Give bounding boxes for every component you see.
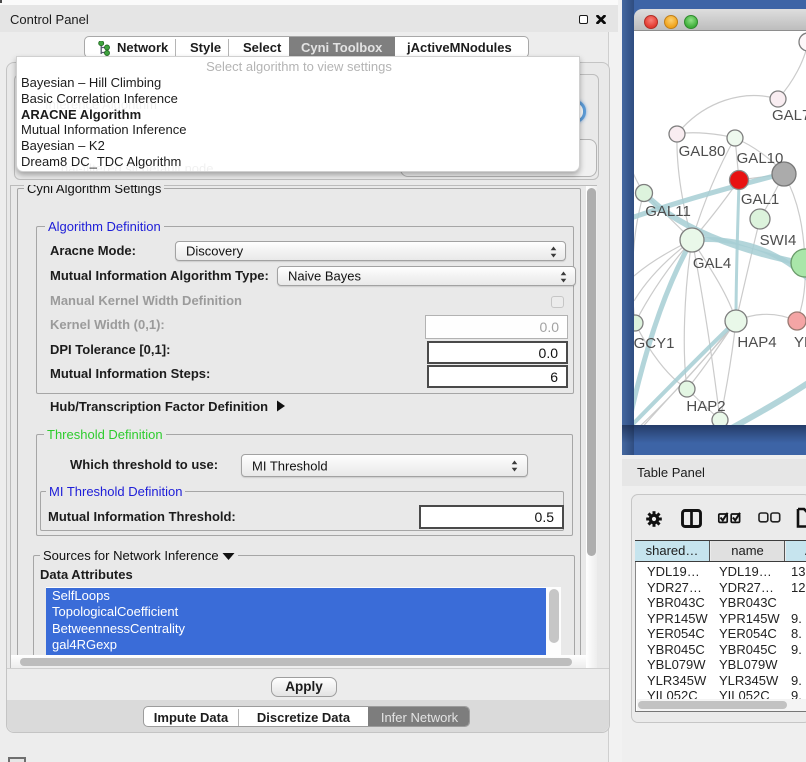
svg-text:SWI4: SWI4 — [760, 232, 797, 249]
svg-text:HAP2: HAP2 — [686, 398, 725, 415]
svg-text:GAL11: GAL11 — [645, 203, 691, 220]
svg-text:GAL7: GAL7 — [772, 107, 806, 124]
svg-text:GAL4: GAL4 — [693, 255, 731, 272]
svg-text:GAL1: GAL1 — [741, 191, 779, 208]
svg-text:GAL10: GAL10 — [737, 150, 784, 167]
svg-text:HAP4: HAP4 — [737, 334, 776, 351]
svg-text:YM: YM — [794, 334, 806, 351]
svg-text:GAL80: GAL80 — [679, 143, 726, 160]
svg-text:GCY1: GCY1 — [634, 335, 674, 352]
